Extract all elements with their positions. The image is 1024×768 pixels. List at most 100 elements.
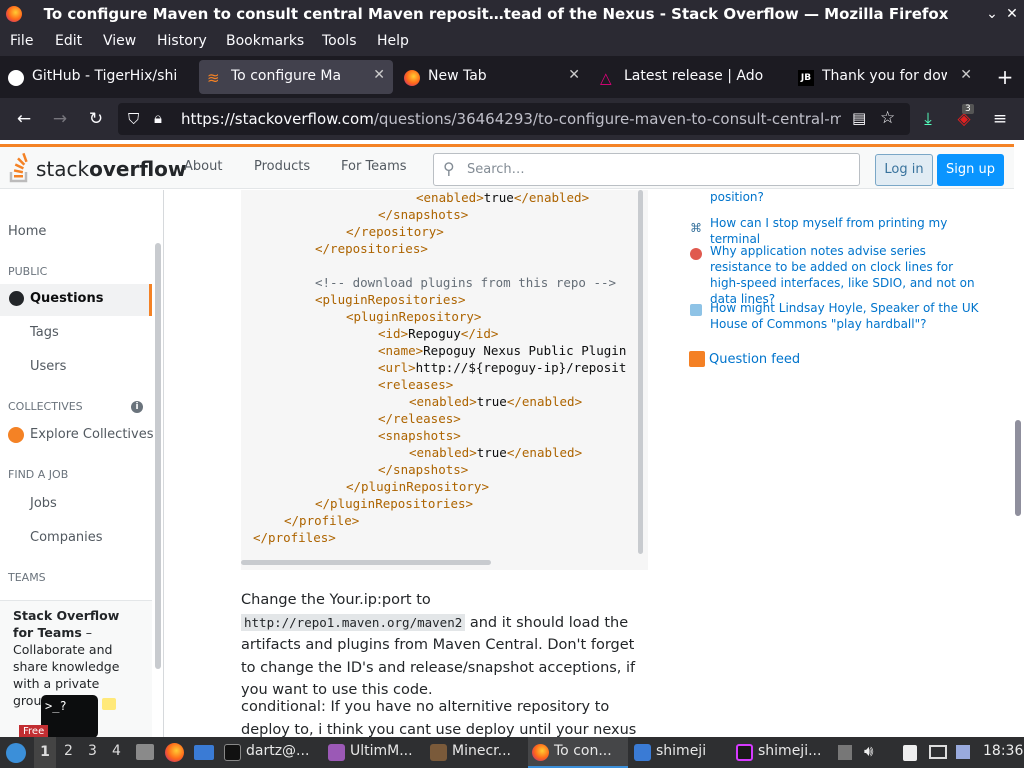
- workspace-2[interactable]: 2: [64, 743, 73, 759]
- nav-find-job-heading: FIND A JOB: [8, 468, 69, 481]
- back-icon[interactable]: ←: [12, 107, 36, 131]
- task-firefox-active[interactable]: To con...: [528, 737, 628, 768]
- firefox-icon: [6, 6, 22, 22]
- products-link[interactable]: Products: [254, 159, 310, 174]
- file-manager-launcher-icon[interactable]: [136, 744, 154, 760]
- workspace-4[interactable]: 4: [112, 743, 121, 759]
- tab-stackoverflow[interactable]: ≋ To configure Maven t ✕: [199, 60, 393, 94]
- search-input[interactable]: ⚲ Search…: [433, 153, 860, 186]
- firefox-icon: [404, 70, 420, 86]
- volume-icon[interactable]: 🔊︎: [864, 742, 873, 760]
- reader-view-icon[interactable]: ▤: [852, 109, 866, 127]
- workspace-1[interactable]: 1: [34, 737, 56, 768]
- code-horizontal-scrollbar[interactable]: [241, 560, 491, 565]
- login-button[interactable]: Log in: [875, 154, 933, 186]
- task-minecraft[interactable]: Minecr...: [426, 737, 526, 768]
- search-icon: ⚲: [443, 159, 455, 178]
- menu-tools[interactable]: Tools: [322, 33, 357, 49]
- teams-promo: Stack Overflow for Teams – Collaborate a…: [0, 600, 152, 737]
- menu-file[interactable]: File: [10, 33, 33, 49]
- taskbar: 1 2 3 4 dartz@... UltimM... Minecr... To…: [0, 737, 1024, 768]
- bookmark-star-icon[interactable]: ☆: [880, 108, 895, 128]
- nav-teams-heading: TEAMS: [8, 571, 46, 584]
- code-vertical-scrollbar[interactable]: [638, 190, 643, 554]
- code-block[interactable]: <enabled>true</enabled> </snapshots> </r…: [241, 190, 648, 570]
- network-icon[interactable]: [956, 745, 970, 759]
- menu-help[interactable]: Help: [377, 33, 409, 49]
- nav-explore-collectives[interactable]: Explore Collectives: [30, 427, 154, 442]
- nav-questions[interactable]: Questions: [30, 291, 103, 306]
- info-icon[interactable]: i: [131, 401, 143, 413]
- menu-history[interactable]: History: [157, 33, 207, 49]
- task-terminal[interactable]: dartz@...: [220, 737, 320, 768]
- close-tab-icon[interactable]: ✕: [568, 67, 580, 83]
- stackoverflow-logo-icon: [9, 152, 28, 183]
- chat-bubble-icon: [102, 698, 116, 710]
- workspace-3[interactable]: 3: [88, 743, 97, 759]
- nav-tags[interactable]: Tags: [30, 325, 59, 340]
- terminal-icon: [224, 744, 241, 761]
- free-badge: Free: [19, 725, 49, 737]
- nav-companies[interactable]: Companies: [30, 530, 103, 545]
- hot-question-link[interactable]: Why application notes advise series resi…: [710, 243, 980, 307]
- sidebar-scrollbar[interactable]: [155, 243, 161, 669]
- menu-view[interactable]: View: [103, 33, 136, 49]
- url-text[interactable]: https://stackoverflow.com/questions/3646…: [181, 110, 841, 128]
- folder-icon: [634, 744, 651, 761]
- teams-illustration: >_?: [41, 695, 98, 737]
- clock[interactable]: 18:36: [983, 743, 1023, 759]
- close-tab-icon[interactable]: ✕: [373, 67, 385, 83]
- task-shimeji-folder[interactable]: shimeji: [630, 737, 730, 768]
- forward-icon[interactable]: →: [48, 107, 72, 131]
- github-icon: [8, 70, 24, 86]
- globe-icon: [9, 291, 24, 306]
- answer-paragraph-2: conditional: If you have no alternitive …: [241, 699, 637, 737]
- tab-jetbrains[interactable]: JB Thank you for downlo ✕: [790, 60, 980, 94]
- close-tab-icon[interactable]: ✕: [960, 67, 972, 83]
- clipboard-icon[interactable]: [903, 745, 917, 761]
- question-feed-link[interactable]: Question feed: [709, 352, 800, 367]
- firefox-launcher-icon[interactable]: [165, 743, 184, 762]
- left-sidebar: Home PUBLIC Questions Tags Users COLLECT…: [0, 190, 164, 737]
- signup-button[interactable]: Sign up: [937, 154, 1004, 186]
- downloads-icon[interactable]: ⤓: [916, 107, 940, 131]
- page-scrollbar-thumb[interactable]: [1015, 420, 1021, 516]
- shield-icon[interactable]: ⛉: [128, 110, 139, 128]
- start-menu-icon[interactable]: [6, 743, 26, 763]
- menu-bookmarks[interactable]: Bookmarks: [226, 33, 304, 49]
- intellij-icon: [736, 744, 753, 761]
- lock-icon[interactable]: 🔒︎: [154, 109, 162, 127]
- menu-edit[interactable]: Edit: [55, 33, 82, 49]
- tab-adoptium[interactable]: △ Latest release | Adop: [592, 60, 786, 94]
- minimize-icon[interactable]: ⌄: [982, 4, 1002, 24]
- answer-paragraph-1: Change the Your.ip:port to http://repo1.…: [241, 592, 636, 698]
- url-bar[interactable]: ⛉ 🔒︎ https://stackoverflow.com/questions…: [118, 103, 910, 135]
- new-tab-button[interactable]: +: [990, 60, 1020, 94]
- hot-question-link[interactable]: How might Lindsay Hoyle, Speaker of the …: [710, 300, 980, 332]
- desktop-launcher-icon[interactable]: [194, 745, 214, 760]
- about-link[interactable]: About: [184, 159, 222, 174]
- tray-app-icon[interactable]: [838, 745, 852, 760]
- nav-users[interactable]: Users: [30, 359, 66, 374]
- politics-icon: [690, 304, 702, 316]
- task-ultimmc[interactable]: UltimM...: [324, 737, 424, 768]
- tab-new-tab[interactable]: New Tab ✕: [396, 60, 588, 94]
- hot-question-link[interactable]: position?: [710, 189, 980, 205]
- display-icon[interactable]: [929, 745, 947, 759]
- nav-jobs[interactable]: Jobs: [30, 496, 57, 511]
- navigation-toolbar: ← → ↻ ⛉ 🔒︎ https://stackoverflow.com/que…: [0, 98, 1024, 140]
- nav-public-heading: PUBLIC: [8, 265, 48, 278]
- hamburger-menu-icon[interactable]: ≡: [988, 107, 1012, 131]
- nav-home[interactable]: Home: [8, 224, 46, 239]
- firefox-icon: [532, 744, 549, 761]
- web-page: stackoverflow About Products For Teams ⚲…: [0, 140, 1024, 737]
- ultimmc-icon: [328, 744, 345, 761]
- tab-github[interactable]: GitHub - TigerHix/shi: [0, 60, 196, 94]
- for-teams-link[interactable]: For Teams: [341, 159, 407, 174]
- close-window-icon[interactable]: ✕: [1002, 4, 1022, 24]
- rss-icon: [689, 351, 705, 367]
- reload-icon[interactable]: ↻: [84, 107, 108, 131]
- nav-collectives-heading: COLLECTIVES: [8, 400, 83, 413]
- window-title: To configure Maven to consult central Ma…: [43, 5, 949, 23]
- task-shimeji-ide[interactable]: shimeji...: [732, 737, 832, 768]
